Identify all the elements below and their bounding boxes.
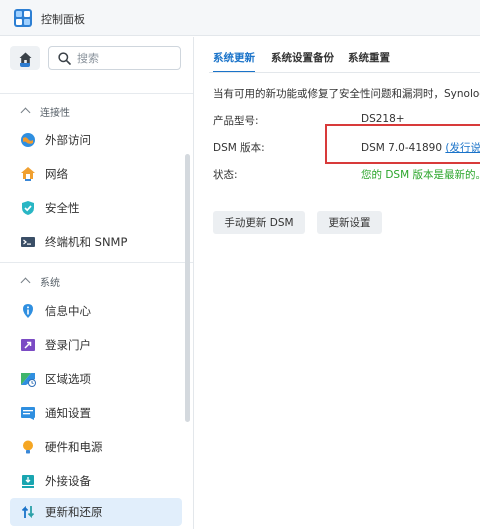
- section-label: 连接性: [40, 107, 70, 119]
- info-icon: [20, 303, 36, 319]
- sidebar-item-label: 更新和还原: [45, 505, 103, 519]
- dsm-version-label: DSM 版本:: [213, 142, 265, 154]
- section-label: 系统: [40, 277, 60, 289]
- sidebar-item-label: 登录门户: [45, 338, 91, 352]
- login-portal-icon: [20, 337, 36, 353]
- region-clock-icon: [20, 371, 36, 387]
- sidebar-item-external-devices[interactable]: 外接设备: [10, 467, 182, 495]
- sidebar-item-label: 外接设备: [45, 474, 91, 488]
- tab-bar: 系统更新 系统设置备份 系统重置: [195, 37, 480, 73]
- external-device-icon: [20, 473, 36, 489]
- section-system[interactable]: 系统: [20, 273, 60, 289]
- shield-check-icon: [20, 200, 36, 216]
- sidebar-item-label: 通知设置: [45, 406, 91, 420]
- sidebar-item-external-access[interactable]: 外部访问: [10, 126, 182, 154]
- tab-divider: [209, 72, 480, 73]
- status-value: 您的 DSM 版本是最新的。: [361, 169, 480, 181]
- lightbulb-icon: [20, 439, 36, 455]
- sidebar-item-label: 信息中心: [45, 304, 91, 318]
- sidebar-item-label: 安全性: [45, 201, 80, 215]
- terminal-icon: [20, 234, 36, 250]
- manual-update-button[interactable]: 手动更新 DSM: [213, 211, 305, 234]
- product-model-label: 产品型号:: [213, 115, 259, 127]
- divider: [0, 93, 193, 94]
- main-panel: 系统更新 系统设置备份 系统重置 当有可用的新功能或修复了安全性问题和漏洞时，S…: [195, 37, 480, 529]
- scrolled-item-icon: [20, 63, 30, 67]
- sidebar-item-label: 硬件和电源: [45, 440, 103, 454]
- sidebar-item-terminal-snmp[interactable]: 终端机和 SNMP: [10, 228, 182, 256]
- update-settings-button[interactable]: 更新设置: [317, 211, 382, 234]
- notification-icon: [20, 405, 36, 421]
- search-field[interactable]: [48, 46, 181, 70]
- tab-system-reset[interactable]: 系统重置: [348, 50, 390, 65]
- highlight-box: [325, 124, 480, 164]
- update-restore-icon: [20, 504, 36, 520]
- update-notice: 当有可用的新功能或修复了安全性问题和漏洞时，Synolog: [213, 88, 480, 100]
- window-title: 控制面板: [41, 13, 85, 26]
- search-input[interactable]: [77, 50, 173, 66]
- control-panel-icon: [14, 9, 32, 27]
- sidebar-item-info-center[interactable]: 信息中心: [10, 297, 182, 325]
- sidebar-item-notification[interactable]: 通知设置: [10, 399, 182, 427]
- section-connectivity[interactable]: 连接性: [20, 103, 70, 119]
- status-label: 状态:: [213, 169, 238, 181]
- sidebar-item-login-portal[interactable]: 登录门户: [10, 331, 182, 359]
- chevron-up-icon: [20, 107, 31, 118]
- tab-system-update[interactable]: 系统更新: [213, 50, 255, 73]
- sidebar: 连接性 外部访问 网络 安全性 终端机和 SNMP 系统 信息中心: [0, 37, 194, 529]
- sidebar-item-label: 外部访问: [45, 133, 91, 147]
- sidebar-item-label: 网络: [45, 167, 68, 181]
- sidebar-item-hardware-power[interactable]: 硬件和电源: [10, 433, 182, 461]
- sidebar-item-security[interactable]: 安全性: [10, 194, 182, 222]
- sidebar-item-update-restore[interactable]: 更新和还原: [10, 498, 182, 526]
- divider: [0, 262, 193, 263]
- sidebar-item-regional-options[interactable]: 区域选项: [10, 365, 182, 393]
- sidebar-item-network[interactable]: 网络: [10, 160, 182, 188]
- chevron-up-icon: [20, 277, 31, 288]
- search-icon: [58, 52, 71, 65]
- globe-icon: [20, 132, 36, 148]
- sidebar-item-label: 区域选项: [45, 372, 91, 386]
- tab-config-backup[interactable]: 系统设置备份: [271, 50, 334, 65]
- house-network-icon: [20, 166, 36, 182]
- sidebar-item-label: 终端机和 SNMP: [45, 235, 128, 249]
- title-bar: 控制面板: [0, 0, 480, 36]
- sidebar-scrollbar[interactable]: [185, 154, 190, 422]
